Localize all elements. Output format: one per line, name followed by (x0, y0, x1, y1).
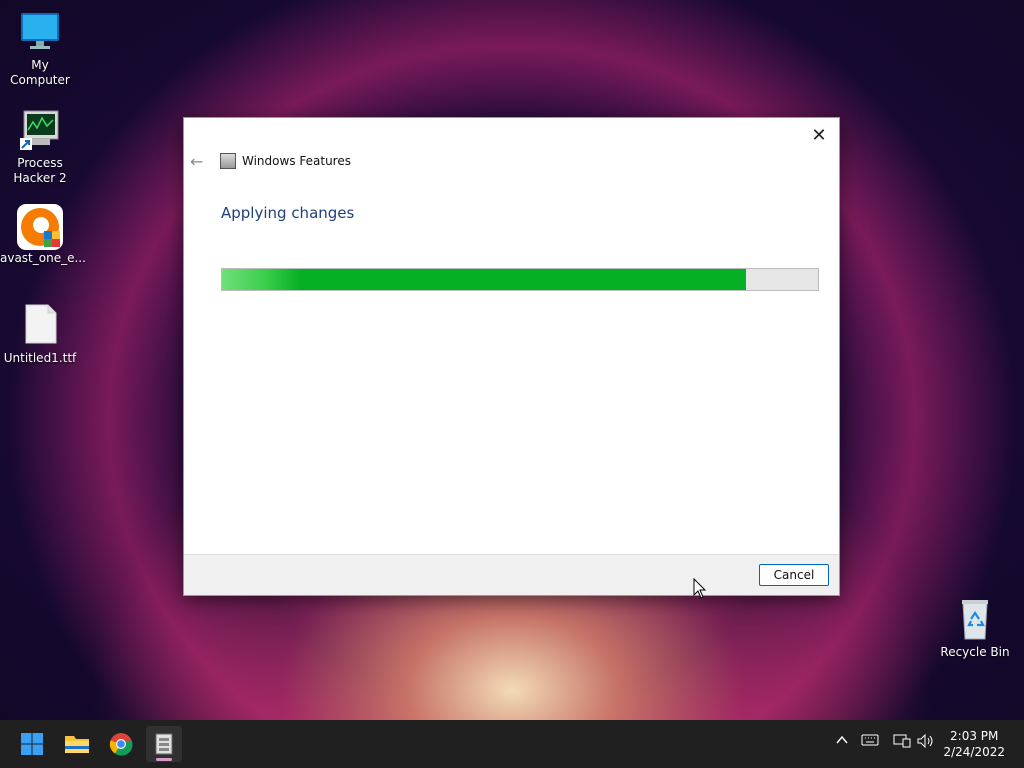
desktop-icon-avast[interactable]: avast_one_e... (0, 203, 86, 266)
taskbar-chrome[interactable] (103, 726, 139, 762)
windows-features-icon (220, 153, 236, 169)
desktop-icon-label: Process Hacker 2 (13, 156, 67, 185)
desktop-icon-process-hacker[interactable]: Process Hacker 2 (0, 108, 80, 186)
desktop-icon-recycle-bin[interactable]: Recycle Bin (935, 597, 1015, 660)
keyboard-icon[interactable] (861, 734, 879, 750)
close-button[interactable]: ✕ (807, 124, 831, 148)
mouse-cursor-icon (693, 577, 707, 604)
windows-features-icon (155, 733, 173, 755)
windows-features-dialog: ✕ ← Windows Features Applying changes Ca… (183, 117, 840, 596)
progress-bar (221, 268, 819, 291)
taskbar: 2:03 PM 2/24/2022 (0, 720, 1024, 768)
file-icon (18, 303, 62, 347)
desktop-icon-untitled-ttf[interactable]: Untitled1.ttf (0, 303, 80, 366)
file-explorer-icon (65, 736, 89, 753)
volume-icon[interactable] (917, 733, 935, 752)
show-hidden-icons-chevron-icon[interactable] (835, 734, 849, 750)
process-hacker-icon (18, 108, 62, 152)
desktop-icon-label: My Computer (10, 58, 70, 87)
close-icon: ✕ (811, 125, 827, 146)
clock-date: 2/24/2022 (943, 745, 1005, 759)
desktop-icon-label: Recycle Bin (940, 645, 1010, 659)
start-icon (21, 733, 43, 755)
desktop-icon-label: Untitled1.ttf (3, 351, 77, 365)
active-app-indicator (156, 758, 172, 761)
page-heading: Applying changes (221, 204, 355, 222)
avast-icon (17, 203, 63, 250)
desktop-icon-my-computer[interactable]: My Computer (0, 10, 80, 88)
taskbar-file-explorer[interactable] (59, 726, 95, 762)
clock[interactable]: 2:03 PM 2/24/2022 (943, 728, 1005, 760)
cancel-button[interactable]: Cancel (759, 564, 829, 586)
app-title-text: Windows Features (242, 154, 351, 168)
back-arrow-icon: ← (190, 152, 204, 171)
progress-bar-fill (222, 269, 747, 290)
back-button[interactable]: ← (190, 152, 203, 171)
recycle-bin-icon (953, 597, 997, 641)
desktop-icon-label: avast_one_e... (0, 251, 86, 265)
network-icon[interactable] (893, 734, 911, 752)
clock-time: 2:03 PM (950, 729, 999, 743)
taskbar-windows-features[interactable] (146, 726, 182, 762)
dialog-footer: Cancel (184, 554, 839, 595)
monitor-icon (18, 10, 62, 54)
start-button[interactable] (14, 726, 50, 762)
chrome-icon (109, 733, 133, 756)
dialog-app-title: Windows Features (220, 153, 351, 169)
